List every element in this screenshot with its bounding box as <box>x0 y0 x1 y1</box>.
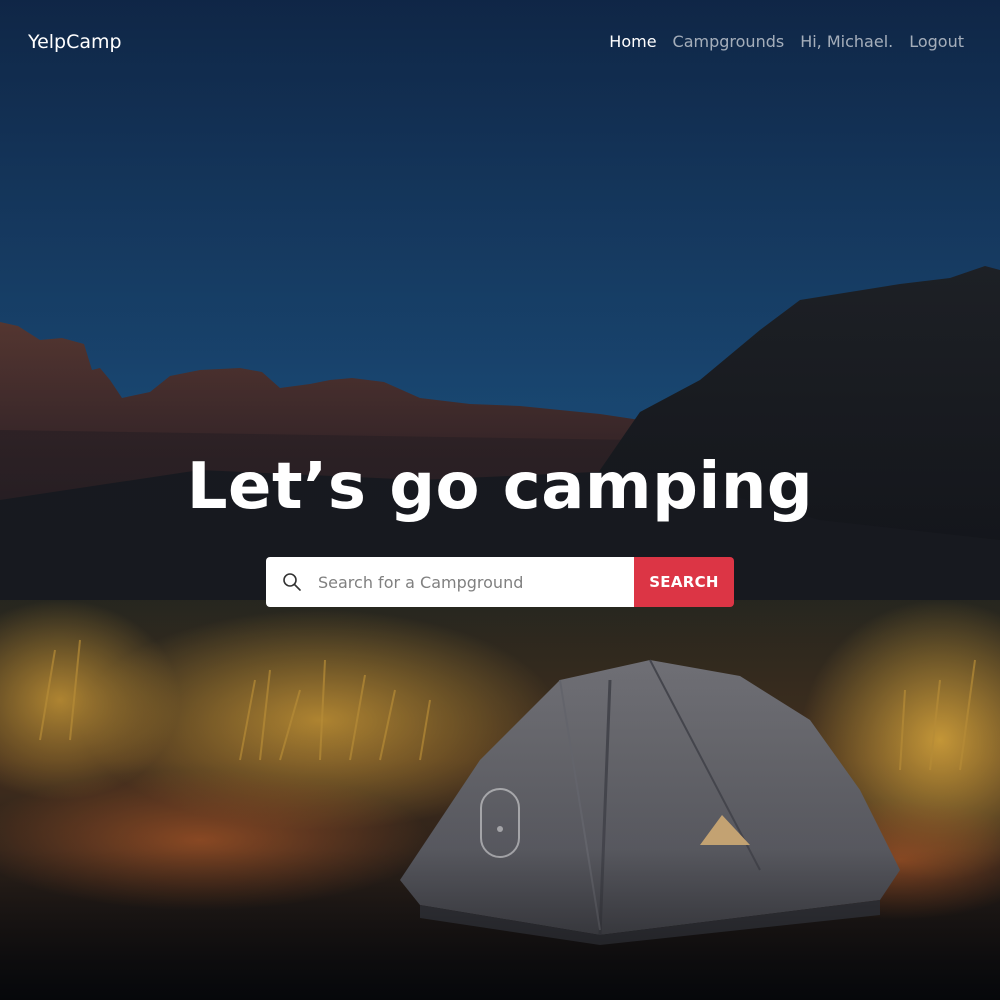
mouse-scroll-icon[interactable] <box>480 788 520 858</box>
nav-link-campgrounds[interactable]: Campgrounds <box>673 32 785 51</box>
search-field <box>266 557 634 607</box>
scroll-wheel-dot <box>497 826 503 832</box>
search-input[interactable] <box>318 557 628 607</box>
brand-logo-link[interactable]: YelpCamp <box>28 31 122 53</box>
top-navbar: YelpCamp Home Campgrounds Hi, Michael. L… <box>0 0 1000 86</box>
search-button[interactable]: SEARCH <box>634 557 734 607</box>
nav-links: Home Campgrounds Hi, Michael. Logout <box>609 32 964 51</box>
search-icon <box>283 573 301 591</box>
nav-user-greeting[interactable]: Hi, Michael. <box>800 32 893 51</box>
nav-link-logout[interactable]: Logout <box>909 32 964 51</box>
hero-headline: Let’s go camping <box>186 450 814 524</box>
campground-search-form: SEARCH <box>266 557 734 607</box>
nav-link-home[interactable]: Home <box>609 32 656 51</box>
